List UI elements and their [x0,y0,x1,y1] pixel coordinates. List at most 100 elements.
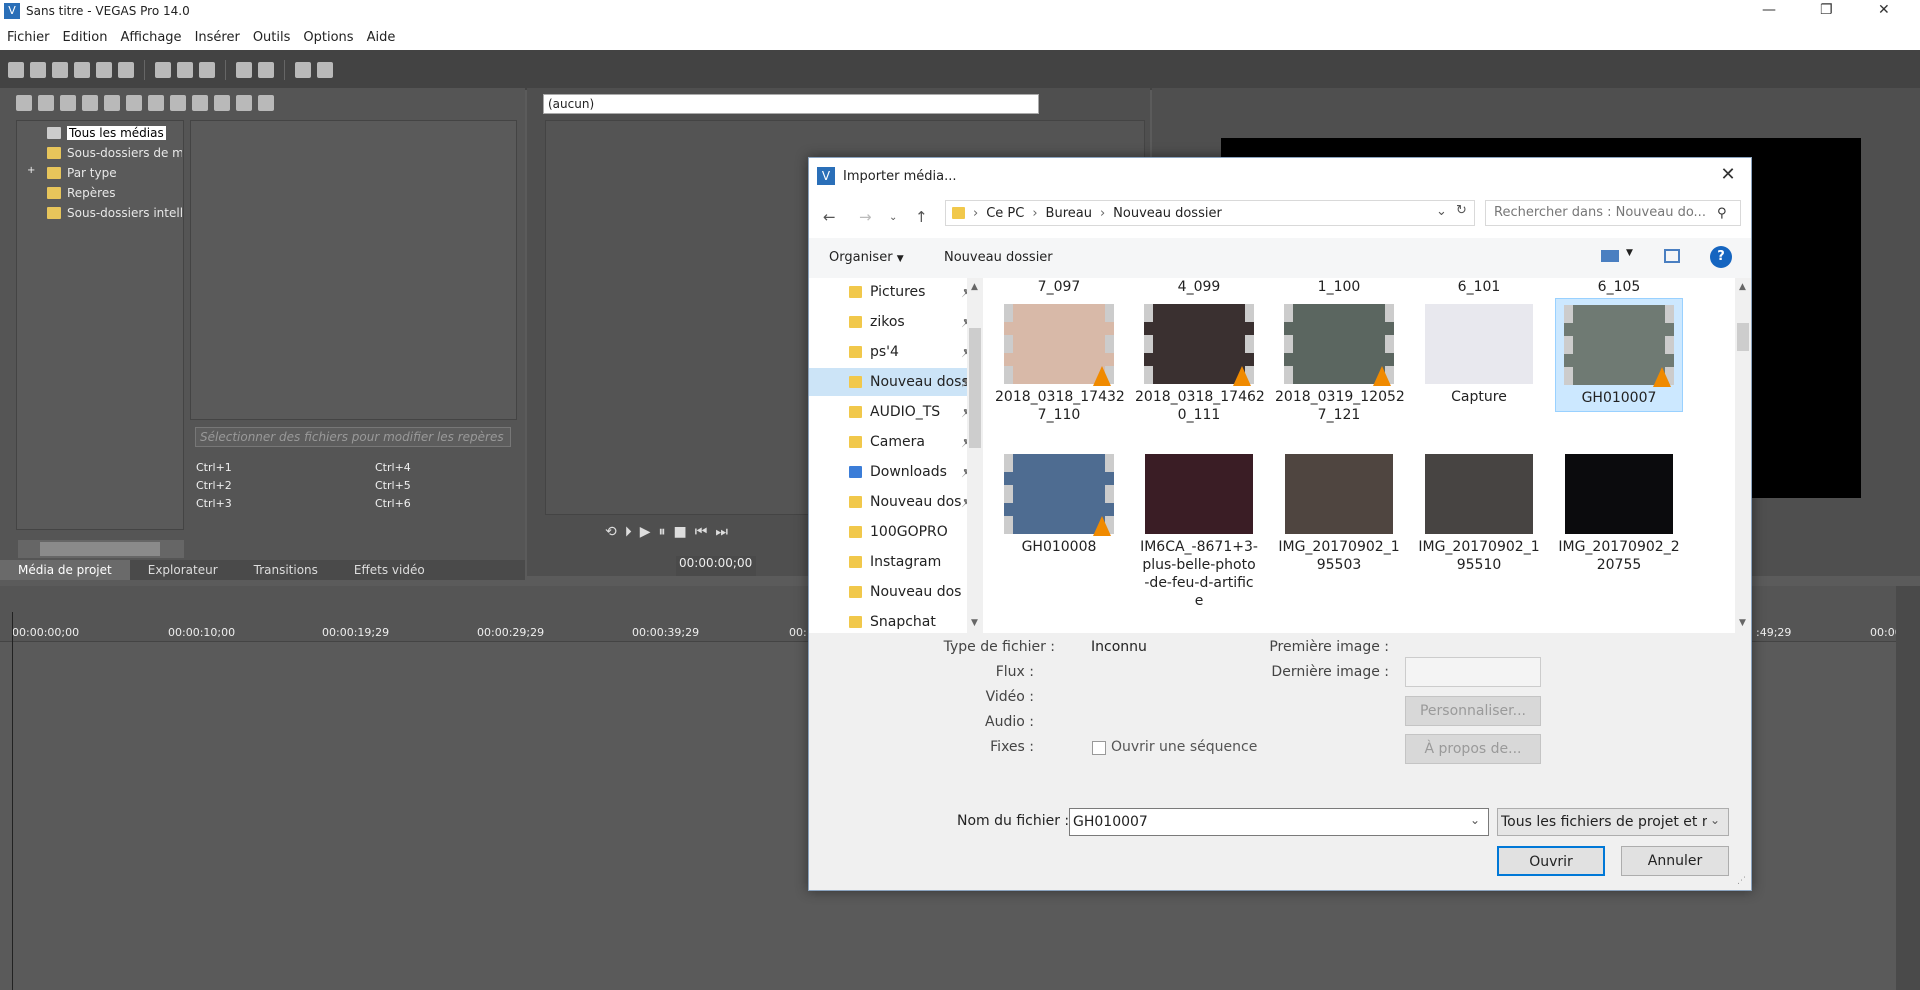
go-to-end-icon[interactable]: ⏭ [715,524,728,540]
customize-button[interactable]: Personnaliser... [1405,696,1541,726]
video-file-tile[interactable]: 2018_0318_17432 7_110 [995,298,1125,428]
forward-icon[interactable]: → [859,208,872,226]
import-media-icon[interactable] [16,95,32,111]
timeline-vertical-scrollbar[interactable] [1896,586,1920,990]
scroll-up-icon[interactable]: ▲ [1739,282,1746,292]
go-to-start-icon[interactable]: ⏮ [695,524,708,540]
capture-icon[interactable] [38,95,54,111]
open-button[interactable]: Ouvrir [1497,846,1605,876]
views-icon[interactable] [236,95,252,111]
play-from-start-icon[interactable]: ⏵ [625,524,632,540]
nav-item[interactable]: Camera [849,428,961,456]
address-bar[interactable]: › Ce PC › Bureau › Nouveau dossier ⌄ ↻ [945,200,1475,226]
close-button[interactable]: ✕ [1878,2,1890,18]
scroll-thumb[interactable] [1737,323,1749,351]
tree-item-subfolders[interactable]: Sous-dossiers de m [47,145,182,161]
play-icon[interactable]: ▶ [640,524,651,540]
get-media-icon[interactable] [60,95,76,111]
maximize-button[interactable]: ❐ [1820,2,1833,18]
help-icon[interactable]: ? [1710,246,1732,268]
tab-project-media[interactable]: Média de projet [0,560,130,580]
undo-icon[interactable] [236,62,252,78]
file-type-filter-select[interactable]: Tous les fichiers de projet et mu ⌄ [1497,808,1729,836]
nav-item[interactable]: zikos [849,308,961,336]
file-item-partial[interactable]: 6_101 [1415,278,1543,296]
marker-hint-field[interactable]: Sélectionner des fichiers pour modifier … [195,427,511,447]
cancel-button[interactable]: Annuler [1621,846,1729,876]
edit-tool-icon[interactable] [295,62,311,78]
image-file-tile[interactable]: IM6CA_-8671+3- plus-belle-photo -de-feu-… [1135,448,1263,614]
trimmer-select[interactable]: (aucun) [543,94,1039,114]
nav-item[interactable]: Downloads [849,458,961,486]
tab-video-fx[interactable]: Effets vidéo [336,563,443,577]
video-file-tile[interactable]: 2018_0318_17462 0_111 [1135,298,1265,428]
stop-icon[interactable]: ■ [674,524,687,540]
resize-grip-icon[interactable]: ⋰ [1737,876,1746,886]
chevron-down-icon[interactable]: ▼ [1626,248,1633,258]
open-icon[interactable] [30,62,46,78]
open-sequence-checkbox[interactable] [1092,741,1106,755]
menu-fichier[interactable]: Fichier [7,30,50,45]
save-as-icon[interactable] [74,62,90,78]
play-icon[interactable] [170,95,186,111]
nav-item[interactable]: ps'4 [849,338,961,366]
copy-icon[interactable] [177,62,193,78]
tree-item-markers[interactable]: Repères [47,185,182,201]
organize-button[interactable]: Organiser ▼ [829,250,904,265]
filename-input[interactable]: GH010007 ⌄ [1069,808,1489,836]
back-icon[interactable]: ← [823,208,836,226]
file-item-partial[interactable]: 7_097 [995,278,1123,296]
paste-icon[interactable] [199,62,215,78]
file-list-scrollbar[interactable]: ▲ ▼ [1735,278,1751,633]
video-file-tile[interactable]: 2018_0319_12052 7_121 [1275,298,1405,428]
image-file-tile[interactable]: IMG_20170902_2 20755 [1555,448,1683,578]
nav-item[interactable]: Nouveau dossier [849,578,961,606]
nav-item[interactable]: 100GOPRO [849,518,961,546]
search-icon[interactable]: ⚲ [1717,206,1727,221]
menu-outils[interactable]: Outils [253,30,291,45]
menu-options[interactable]: Options [303,30,353,45]
new-folder-button[interactable]: Nouveau dossier [944,250,1053,265]
tab-transitions[interactable]: Transitions [236,563,336,577]
tree-item-all-media[interactable]: Tous les médias [47,125,182,141]
nav-item[interactable]: Nouveau doss [849,488,961,516]
image-file-tile[interactable]: IMG_20170902_1 95503 [1275,448,1403,578]
search-icon[interactable] [258,95,274,111]
new-project-icon[interactable] [8,62,24,78]
breadcrumb-ce-pc[interactable]: Ce PC [986,206,1024,221]
search-input[interactable]: Rechercher dans : Nouveau do... [1485,200,1741,226]
tree-horizontal-scrollbar[interactable] [18,540,184,558]
breadcrumb-bureau[interactable]: Bureau [1046,206,1092,221]
loop-icon[interactable]: ⟲ [605,524,617,540]
scroll-down-icon[interactable]: ▼ [1739,618,1746,628]
scroll-down-icon[interactable]: ▼ [971,618,978,628]
nav-item[interactable]: Pictures [849,278,961,306]
redo-icon[interactable] [258,62,274,78]
nav-item[interactable]: Snapchat [849,608,961,636]
render-icon[interactable] [96,62,112,78]
auto-preview-icon[interactable] [214,95,230,111]
menu-edition[interactable]: Edition [63,30,108,45]
properties-icon[interactable] [118,62,134,78]
nav-item[interactable]: AUDIO_TS [849,398,961,426]
nav-item[interactable]: Instagram [849,548,961,576]
menu-aide[interactable]: Aide [367,30,396,45]
media-fx-icon[interactable] [148,95,164,111]
tree-item-smart-bins[interactable]: Sous-dossiers intelli [47,205,182,221]
remove-icon[interactable] [104,95,120,111]
up-icon[interactable]: ↑ [915,208,928,226]
cut-icon[interactable] [155,62,171,78]
video-file-tile[interactable]: GH010008 [995,448,1123,560]
menu-affichage[interactable]: Affichage [120,30,181,45]
media-properties-icon[interactable] [126,95,142,111]
save-icon[interactable] [52,62,68,78]
file-item-partial[interactable]: 1_100 [1275,278,1403,296]
image-file-tile[interactable]: IMG_20170902_1 95510 [1415,448,1543,578]
video-file-tile[interactable]: GH010007 [1555,298,1683,412]
preview-pane-icon[interactable] [1664,249,1680,263]
tree-item-by-type[interactable]: Par type [47,165,182,181]
playhead-cursor[interactable] [12,612,13,990]
minimize-button[interactable]: — [1762,2,1776,18]
pause-icon[interactable]: ⏸ [659,524,666,540]
dialog-close-button[interactable]: ✕ [1715,164,1741,188]
